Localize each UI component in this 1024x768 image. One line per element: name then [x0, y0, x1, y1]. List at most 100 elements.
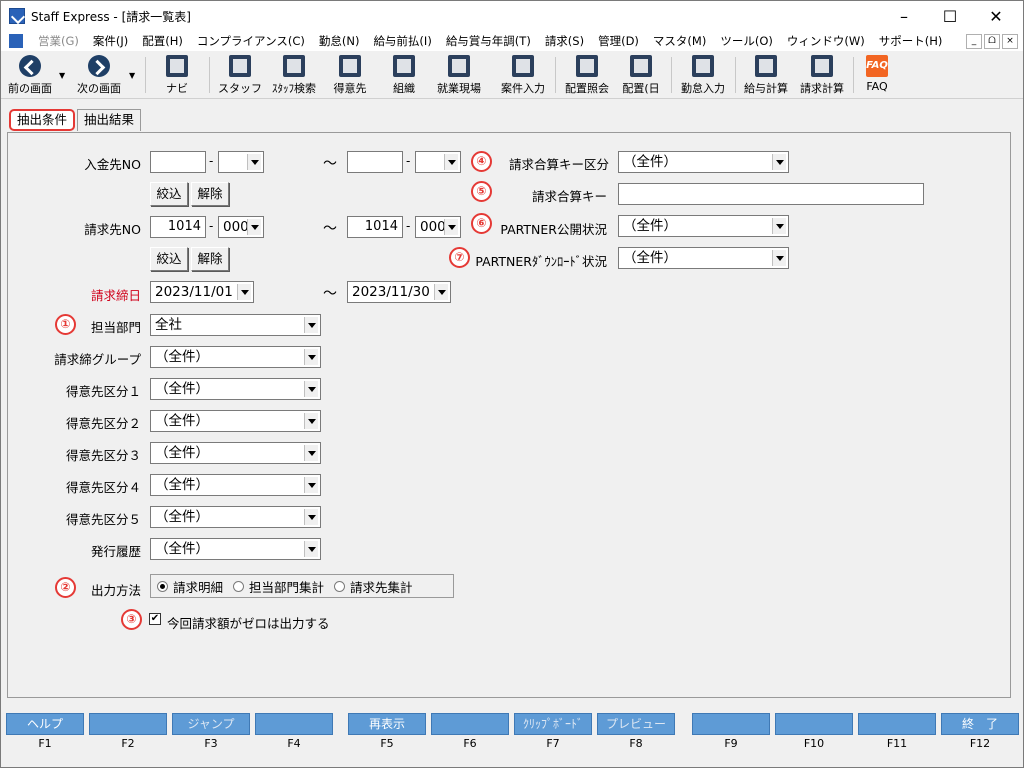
back-history-dropdown-icon[interactable]: ▼ — [59, 71, 65, 80]
forward-history-dropdown-icon[interactable]: ▼ — [129, 71, 135, 80]
toolbar-placement-inquiry-button[interactable]: 配置照会 — [559, 53, 615, 97]
dash-separator: - — [406, 219, 411, 233]
toolbar-customer-button[interactable]: 得意先 — [325, 53, 375, 97]
chevron-down-icon — [304, 413, 318, 429]
toolbar-job-entry-button[interactable]: 案件入力 — [495, 53, 551, 97]
shime-from-date-picker[interactable]: 2023/11/01 — [150, 281, 254, 303]
tab-bar: 抽出条件 抽出結果 — [9, 109, 143, 133]
seikyu-from-sub-value: 000 — [223, 219, 249, 235]
close-button[interactable]: ✕ — [973, 1, 1019, 31]
tanto-value: 全社 — [155, 317, 182, 333]
nyukin-to-code-input[interactable] — [347, 151, 403, 173]
menu-support[interactable]: サポート(H) — [872, 33, 950, 49]
menu-tools[interactable]: ツール(O) — [713, 33, 780, 49]
f11-button[interactable] — [858, 713, 936, 735]
f2-button[interactable] — [89, 713, 167, 735]
tokui5-select[interactable]: （全件） — [150, 506, 321, 528]
gassan-kubun-label: 請求合算キー区分 — [508, 157, 609, 172]
output-radio-detail[interactable]: 請求明細 — [157, 577, 223, 596]
output-radio-dept[interactable]: 担当部門集計 — [233, 577, 324, 596]
app-menu-icon[interactable] — [9, 34, 23, 48]
f10-button[interactable] — [775, 713, 853, 735]
toolbar-back-button[interactable]: 前の画面 — [5, 53, 55, 97]
toolbar-attendance-entry-button[interactable]: 勤怠入力 — [675, 53, 731, 97]
chevron-down-icon — [304, 317, 318, 333]
menu-sales[interactable]: 営業(G) — [31, 33, 86, 49]
partner-dl-select[interactable]: （全件） — [618, 247, 789, 269]
toolbar-billing-calc-button[interactable]: 請求計算 — [795, 53, 849, 97]
mdi-minimize-button[interactable]: _ — [966, 34, 982, 49]
f7-clipboard-button[interactable]: ｸﾘｯﾌﾟﾎﾞｰﾄﾞ — [514, 713, 592, 735]
tab-extract-results[interactable]: 抽出結果 — [77, 109, 142, 131]
partner-kokai-label: PARTNER公開状況 — [500, 222, 607, 237]
seikyu-to-sub-select[interactable]: 000 — [415, 216, 461, 238]
nyukin-clear-button[interactable]: 解除 — [191, 182, 229, 206]
toolbar-staff-button[interactable]: スタッフ — [215, 53, 265, 97]
maximize-button[interactable]: ☐ — [927, 1, 973, 31]
seikyu-from-sub-select[interactable]: 000 — [218, 216, 264, 238]
hakko-select[interactable]: （全件） — [150, 538, 321, 560]
nyukin-from-sub-select[interactable] — [218, 151, 264, 173]
seikyu-clear-button[interactable]: 解除 — [191, 247, 229, 271]
minimize-button[interactable]: – — [881, 1, 927, 31]
callout-badge-7: ⑦ — [449, 247, 470, 268]
tokui4-select[interactable]: （全件） — [150, 474, 321, 496]
menu-management[interactable]: 管理(D) — [591, 33, 646, 49]
seikyu-from-code-input[interactable]: 1014 — [150, 216, 206, 238]
toolbar-customer-label: 得意先 — [333, 82, 367, 95]
partner-kokai-value: （全件） — [623, 218, 677, 234]
menu-compliance[interactable]: コンプライアンス(C) — [190, 33, 312, 49]
mdi-restore-button[interactable]: ᗝ — [984, 34, 1000, 49]
toolbar-worksite-button[interactable]: 就業現場 — [431, 53, 487, 97]
menu-billing[interactable]: 請求(S) — [538, 33, 591, 49]
shime-to-date-picker[interactable]: 2023/11/30 — [347, 281, 451, 303]
menu-advance-pay[interactable]: 給与前払(I) — [366, 33, 438, 49]
zero-output-checkbox[interactable]: ✔ — [149, 613, 161, 625]
tokui3-select[interactable]: （全件） — [150, 442, 321, 464]
tokui1-select[interactable]: （全件） — [150, 378, 321, 400]
f6-key-label: F6 — [463, 737, 477, 750]
gassan-key-input[interactable] — [618, 183, 924, 205]
toolbar-forward-button[interactable]: 次の画面 — [71, 53, 127, 97]
gassan-kubun-select[interactable]: （全件） — [618, 151, 789, 173]
dash-separator: - — [209, 154, 214, 168]
tokui5-value: （全件） — [155, 509, 209, 525]
tab-extract-conditions[interactable]: 抽出条件 — [9, 109, 76, 131]
f12-exit-button[interactable]: 終 了 — [941, 713, 1019, 735]
seikyu-filter-button[interactable]: 絞込 — [150, 247, 188, 271]
toolbar-faq-button[interactable]: FAQ FAQ — [857, 53, 897, 97]
shime-group-select[interactable]: （全件） — [150, 346, 321, 368]
partner-kokai-select[interactable]: （全件） — [618, 215, 789, 237]
output-radio-customer[interactable]: 請求先集計 — [334, 577, 413, 596]
f4-button[interactable] — [255, 713, 333, 735]
f5-refresh-button[interactable]: 再表示 — [348, 713, 426, 735]
f9-button[interactable] — [692, 713, 770, 735]
nyukin-from-code-input[interactable] — [150, 151, 206, 173]
menu-placement[interactable]: 配置(H) — [135, 33, 190, 49]
mdi-close-button[interactable]: × — [1002, 34, 1018, 49]
chevron-down-icon — [772, 218, 786, 234]
tanto-select[interactable]: 全社 — [150, 314, 321, 336]
attendance-entry-icon — [692, 55, 714, 77]
nyukin-filter-button[interactable]: 絞込 — [150, 182, 188, 206]
tokui2-select[interactable]: （全件） — [150, 410, 321, 432]
toolbar-placement-daily-button[interactable]: 配置(日 — [617, 53, 665, 97]
menu-attendance[interactable]: 勤怠(N) — [312, 33, 367, 49]
toolbar-navi-button[interactable]: ナビ — [153, 53, 201, 97]
menu-master[interactable]: マスタ(M) — [646, 33, 713, 49]
f8-preview-button[interactable]: プレビュー — [597, 713, 675, 735]
seikyu-to-code-input[interactable]: 1014 — [347, 216, 403, 238]
f3-jump-button[interactable]: ジャンプ — [172, 713, 250, 735]
f6-button[interactable] — [431, 713, 509, 735]
shime-to-value: 2023/11/30 — [352, 284, 430, 300]
nyukin-to-sub-select[interactable] — [415, 151, 461, 173]
toolbar-staff-search-button[interactable]: ｽﾀｯﾌ検索 — [265, 53, 323, 97]
menu-window[interactable]: ウィンドウ(W) — [780, 33, 872, 49]
menu-payroll[interactable]: 給与賞与年調(T) — [439, 33, 538, 49]
toolbar-organization-button[interactable]: 組織 — [381, 53, 427, 97]
f1-help-button[interactable]: ヘルプ — [6, 713, 84, 735]
tokui4-label: 得意先区分４ — [65, 480, 141, 495]
menu-jobs[interactable]: 案件(J) — [86, 33, 135, 49]
toolbar-payroll-button[interactable]: 給与計算 — [739, 53, 793, 97]
customer-icon — [339, 55, 361, 77]
